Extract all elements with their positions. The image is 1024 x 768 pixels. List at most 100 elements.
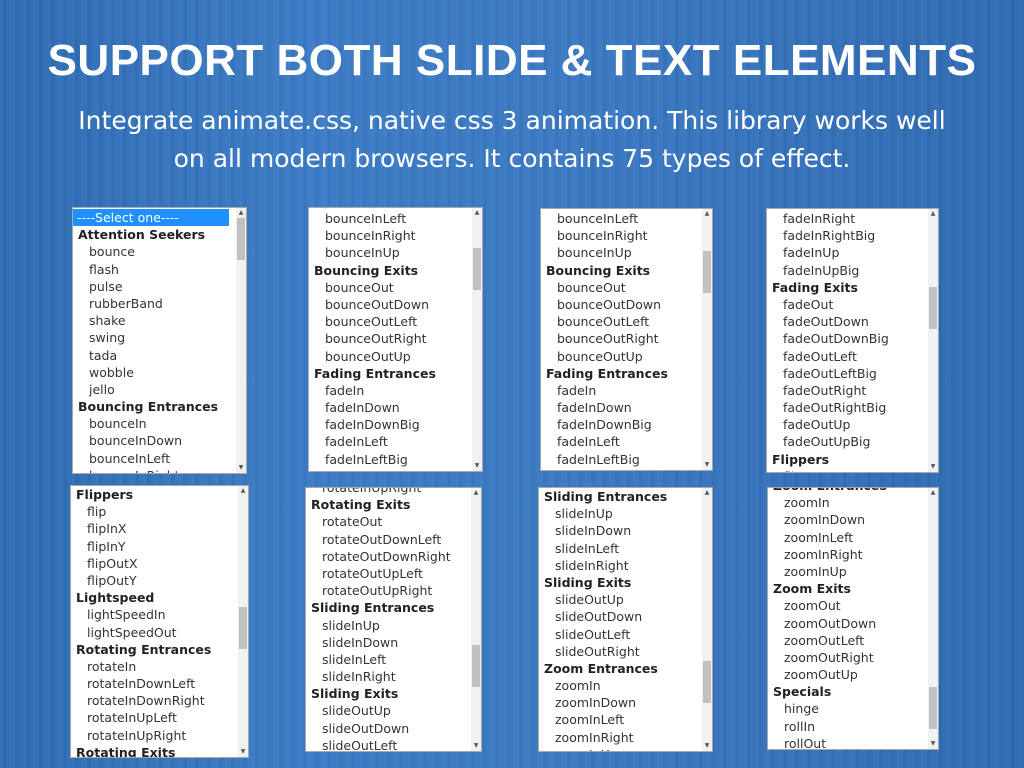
scrollbar[interactable]: ▲ ▼ — [471, 488, 481, 751]
option-item[interactable]: bounceInLeft — [541, 210, 695, 227]
option-item[interactable]: slideOutLeft — [539, 626, 695, 643]
option-item[interactable]: fadeInDown — [309, 399, 465, 416]
option-item[interactable]: slideInDown — [539, 522, 695, 539]
option-item[interactable]: slideOutRight — [539, 643, 695, 660]
option-item[interactable]: bounceOutUp — [309, 348, 465, 365]
option-item[interactable]: slideInUp — [306, 617, 464, 634]
scroll-down-arrow-icon[interactable]: ▼ — [928, 462, 938, 472]
option-item[interactable]: slideInUp — [539, 505, 695, 522]
option-item[interactable]: bounceOutLeft — [541, 313, 695, 330]
option-item[interactable]: flipOutY — [71, 572, 231, 589]
scrollbar[interactable]: ▲ ▼ — [238, 486, 248, 757]
option-item[interactable]: slideOutUp — [539, 591, 695, 608]
animation-select-listbox[interactable]: fadeInRight fadeInRightBig fadeInUp fadeInU… — [766, 208, 939, 473]
animation-select-listbox[interactable]: Flippers flip flipInX flipInY flipOutX flipOu… — [70, 485, 249, 758]
option-item[interactable]: bounceInRight — [541, 227, 695, 244]
option-item[interactable]: slideInLeft — [306, 651, 464, 668]
option-item[interactable]: slideInLeft — [539, 540, 695, 557]
option-item[interactable]: rotateInUpLeft — [71, 709, 231, 726]
scrollbar-thumb[interactable] — [929, 287, 937, 330]
option-item[interactable]: zoomInDown — [539, 694, 695, 711]
option-item[interactable]: flip — [767, 468, 921, 472]
scrollbar-thumb[interactable] — [472, 644, 480, 687]
animation-select-listbox[interactable]: Zoom EntranceszoomInzoomInDownzoomInLeft… — [767, 487, 939, 750]
option-item[interactable]: swing — [73, 329, 229, 346]
option-item[interactable]: bounceInUp — [541, 244, 695, 261]
option-item[interactable]: flipInX — [71, 520, 231, 537]
option-item[interactable]: zoomInUp — [539, 746, 695, 751]
scrollbar[interactable]: ▲ ▼ — [928, 488, 938, 749]
scrollbar-thumb[interactable] — [473, 248, 481, 291]
option-item[interactable]: fadeInDownBig — [309, 416, 465, 433]
option-item[interactable]: fadeIn — [541, 382, 695, 399]
scroll-up-arrow-icon[interactable]: ▲ — [702, 488, 712, 498]
option-item[interactable]: fadeOutDownBig — [767, 330, 921, 347]
scrollbar-thumb[interactable] — [703, 250, 711, 293]
option-item[interactable]: fadeOutLeft — [767, 348, 921, 365]
option-item[interactable]: fadeInUp — [767, 244, 921, 261]
scrollbar[interactable]: ▲ ▼ — [702, 488, 712, 751]
option-item[interactable]: bounceInRight — [309, 227, 465, 244]
option-item[interactable]: rollOut — [768, 735, 921, 749]
option-item[interactable]: fadeInLeftBig — [309, 451, 465, 468]
option-item[interactable]: zoomInDown — [768, 511, 921, 528]
option-item[interactable]: fadeInLeft — [309, 433, 465, 450]
option-item[interactable]: fadeOutUp — [767, 416, 921, 433]
option-item[interactable]: fadeOutRightBig — [767, 399, 921, 416]
scroll-down-arrow-icon[interactable]: ▼ — [928, 739, 938, 749]
option-item[interactable]: fadeOut — [767, 296, 921, 313]
scroll-up-arrow-icon[interactable]: ▲ — [928, 209, 938, 219]
option-item[interactable]: slideOutLeft — [306, 737, 464, 751]
option-item[interactable]: rotateInUpRight — [71, 727, 231, 744]
option-item[interactable]: bounceInRight — [73, 467, 229, 473]
option-item[interactable]: flipInY — [71, 538, 231, 555]
option-item[interactable]: zoomInRight — [768, 546, 921, 563]
option-item[interactable]: zoomInUp — [768, 563, 921, 580]
option-item[interactable]: slideOutDown — [539, 608, 695, 625]
scroll-down-arrow-icon[interactable]: ▼ — [236, 463, 246, 473]
option-item[interactable]: fadeInDown — [541, 399, 695, 416]
scroll-up-arrow-icon[interactable]: ▲ — [472, 208, 482, 218]
option-item[interactable]: pulse — [73, 278, 229, 295]
option-item[interactable]: bounceIn — [73, 415, 229, 432]
option-item[interactable]: rotateInUpRight — [306, 488, 464, 496]
option-item[interactable]: zoomInRight — [539, 729, 695, 746]
scroll-up-arrow-icon[interactable]: ▲ — [471, 488, 481, 498]
option-item[interactable]: flash — [73, 261, 229, 278]
option-item[interactable]: rotateIn — [71, 658, 231, 675]
scroll-up-arrow-icon[interactable]: ▲ — [702, 209, 712, 219]
scroll-up-arrow-icon[interactable]: ▲ — [238, 486, 248, 496]
option-item[interactable]: hinge — [768, 700, 921, 717]
option-item[interactable]: rotateOutUpLeft — [306, 565, 464, 582]
option-item[interactable]: lightSpeedIn — [71, 606, 231, 623]
option-item[interactable]: rotateOut — [306, 513, 464, 530]
option-item[interactable]: zoomInLeft — [768, 529, 921, 546]
option-item[interactable]: fadeOutUpBig — [767, 433, 921, 450]
scroll-down-arrow-icon[interactable]: ▼ — [238, 747, 248, 757]
animation-select-listbox[interactable]: bounceInLeft bounceInRight bounceInUp Bounc… — [308, 207, 483, 472]
option-item[interactable]: bounce — [73, 243, 229, 260]
option-item[interactable]: fadeInUpBig — [767, 262, 921, 279]
option-item[interactable]: bounceInUp — [309, 244, 465, 261]
option-item[interactable]: bounceOutDown — [309, 296, 465, 313]
option-item[interactable]: jello — [73, 381, 229, 398]
option-item[interactable]: bounceOutDown — [541, 296, 695, 313]
option-item[interactable]: zoomOutUp — [768, 666, 921, 683]
option-item[interactable]: fadeOutRight — [767, 382, 921, 399]
option-item[interactable]: ----Select one---- — [73, 209, 229, 227]
scrollbar[interactable]: ▲ ▼ — [236, 208, 246, 473]
option-item[interactable]: fadeInLeftBig — [541, 451, 695, 468]
option-item[interactable]: bounceOutLeft — [309, 313, 465, 330]
option-item[interactable]: bounceOutRight — [541, 330, 695, 347]
option-item[interactable]: fadeOutLeftBig — [767, 365, 921, 382]
option-item[interactable]: zoomOut — [768, 597, 921, 614]
option-item[interactable]: flip — [71, 503, 231, 520]
option-item[interactable]: fadeIn — [309, 382, 465, 399]
option-item[interactable]: fadeInDownBig — [541, 416, 695, 433]
option-item[interactable]: zoomOutRight — [768, 649, 921, 666]
option-item[interactable]: zoomIn — [539, 677, 695, 694]
option-item[interactable]: slideOutUp — [306, 702, 464, 719]
option-item[interactable]: zoomInLeft — [539, 711, 695, 728]
scrollbar[interactable]: ▲ ▼ — [702, 209, 712, 470]
scroll-up-arrow-icon[interactable]: ▲ — [236, 208, 246, 218]
